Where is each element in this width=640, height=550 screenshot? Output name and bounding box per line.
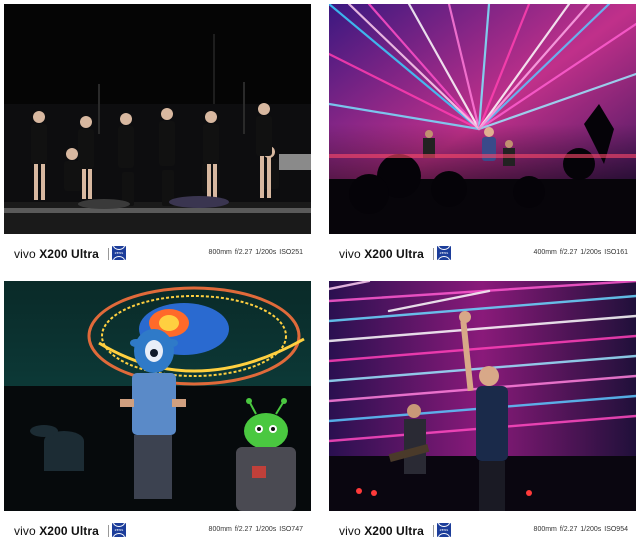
model-name: X200 Ultra [364, 524, 424, 538]
zeiss-logo: ZEISS [437, 523, 451, 537]
photo-card-1: vivo X200 Ultra ZEISS 800mm f/2.27 1/200… [4, 4, 311, 274]
camera-brand: vivo X200 Ultra [14, 524, 99, 538]
brand-name: vivo [14, 247, 36, 261]
photo-card-3: vivo X200 Ultra ZEISS 800mm f/2.27 1/200… [4, 281, 311, 550]
photo-card-4: vivo X200 Ultra ZEISS 800mm f/2.27 1/200… [329, 281, 636, 550]
camera-brand: vivo X200 Ultra [339, 247, 424, 261]
exif-info: 400mm f/2.27 1/200s ISO161 [533, 249, 628, 256]
caption-divider [433, 525, 434, 537]
photo-image [329, 281, 636, 511]
photo-singer-arm-raised-lightshow [329, 281, 636, 511]
exif-info: 800mm f/2.27 1/200s ISO954 [533, 526, 628, 533]
exif-info: 800mm f/2.27 1/200s ISO747 [208, 526, 303, 533]
photo-caption: vivo X200 Ultra ZEISS 400mm f/2.27 1/200… [329, 234, 636, 274]
photo-image [329, 4, 636, 234]
zeiss-logo: ZEISS [112, 523, 126, 537]
caption-divider [108, 248, 109, 260]
exif-info: 800mm f/2.27 1/200s ISO251 [208, 249, 303, 256]
photo-card-2: vivo X200 Ultra ZEISS 400mm f/2.27 1/200… [329, 4, 636, 274]
photo-image [4, 4, 311, 234]
photo-image [4, 281, 311, 511]
model-name: X200 Ultra [364, 247, 424, 261]
photo-caption: vivo X200 Ultra ZEISS 800mm f/2.27 1/200… [329, 511, 636, 550]
model-name: X200 Ultra [39, 524, 99, 538]
brand-name: vivo [14, 524, 36, 538]
camera-brand: vivo X200 Ultra [339, 524, 424, 538]
photo-concert-lightshow-magenta [329, 4, 636, 234]
photo-alien-mask-performers [4, 281, 311, 511]
caption-divider [108, 525, 109, 537]
photo-caption: vivo X200 Ultra ZEISS 800mm f/2.27 1/200… [4, 511, 311, 550]
model-name: X200 Ultra [39, 247, 99, 261]
brand-name: vivo [339, 524, 361, 538]
photo-girl-group-stage [4, 4, 311, 234]
brand-name: vivo [339, 247, 361, 261]
zeiss-logo: ZEISS [437, 246, 451, 260]
photo-caption: vivo X200 Ultra ZEISS 800mm f/2.27 1/200… [4, 234, 311, 274]
caption-divider [433, 248, 434, 260]
zeiss-logo: ZEISS [112, 246, 126, 260]
camera-brand: vivo X200 Ultra [14, 247, 99, 261]
